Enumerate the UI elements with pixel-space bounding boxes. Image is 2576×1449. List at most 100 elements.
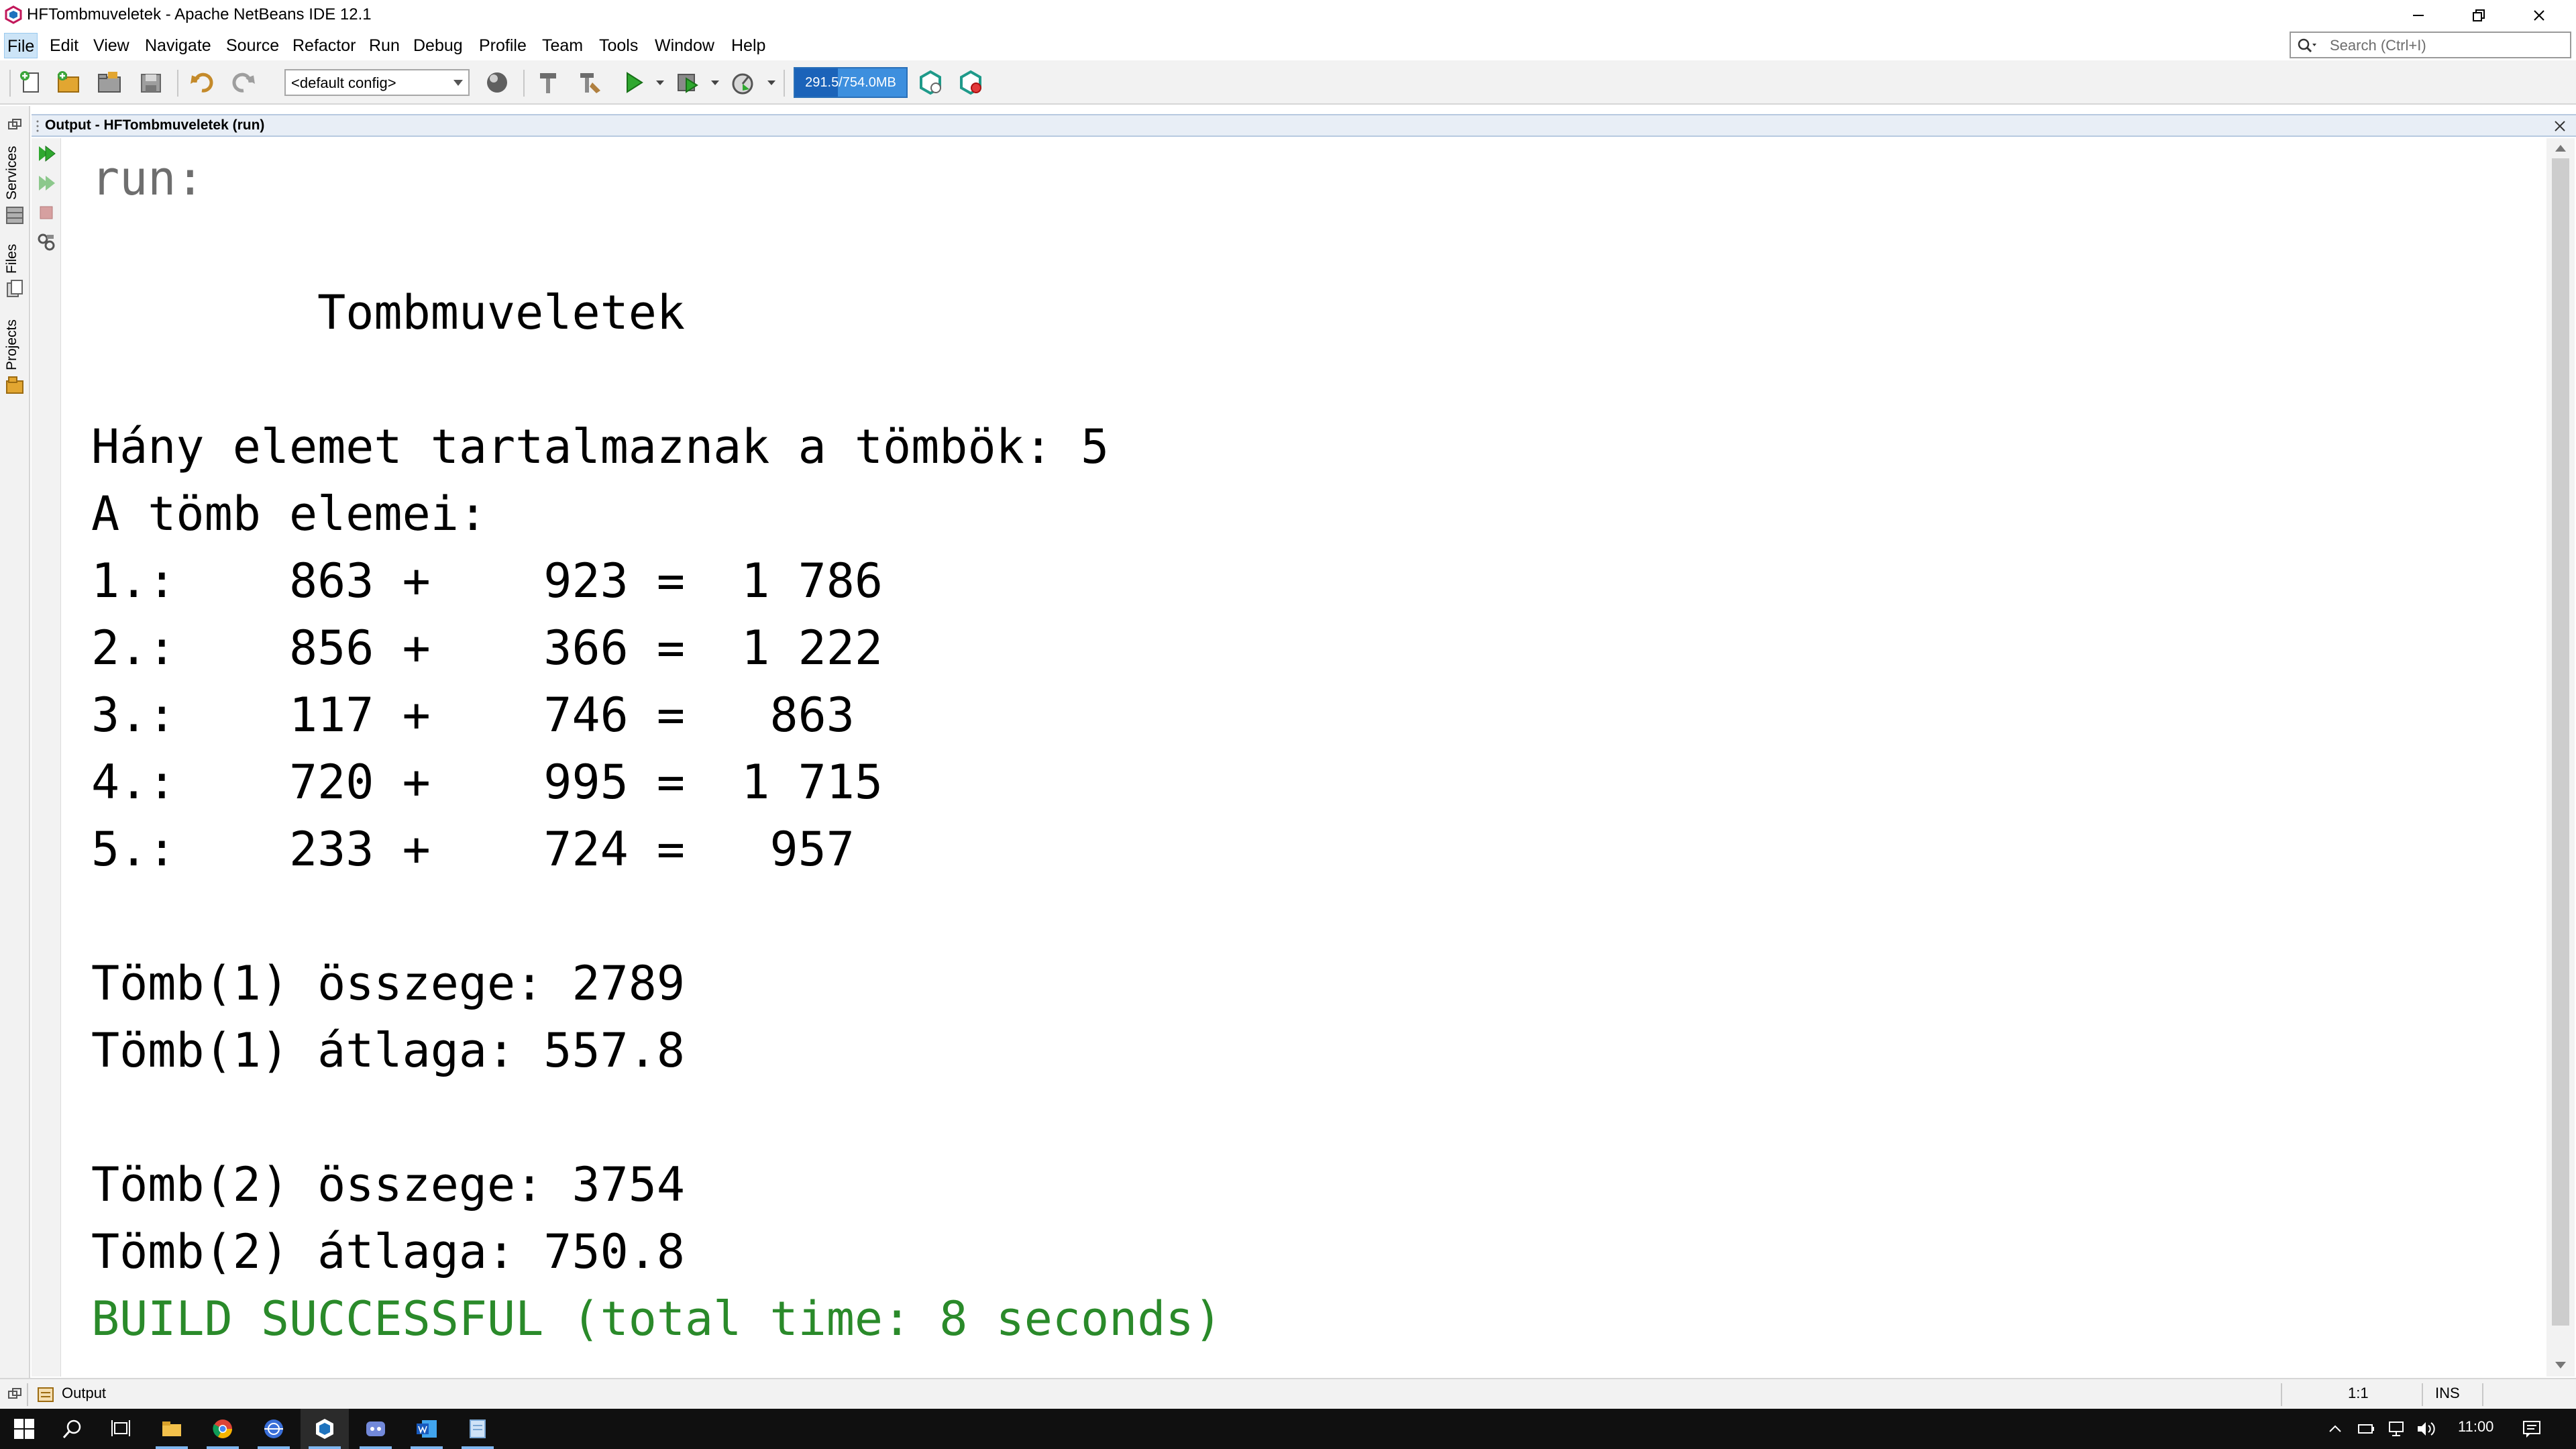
menu-window[interactable]: Window (652, 33, 717, 58)
running-indicator (462, 1446, 494, 1449)
menu-team[interactable]: Team (539, 33, 586, 58)
stop-button[interactable] (36, 203, 56, 223)
taskbar-file-explorer[interactable] (148, 1409, 196, 1449)
configuration-value: <default config> (291, 74, 396, 91)
sidebar-tab-services[interactable]: Services (1, 145, 28, 225)
menu-source[interactable]: Source (223, 33, 282, 58)
chrome-icon (213, 1419, 232, 1438)
restore-icon (2473, 9, 2485, 21)
menu-help[interactable]: Help (729, 33, 768, 58)
battery-icon[interactable] (2356, 1419, 2376, 1438)
toolbar-separator (177, 70, 178, 97)
menu-profile[interactable]: Profile (476, 33, 529, 58)
run-dropdown-icon[interactable] (656, 80, 664, 85)
configuration-select[interactable]: <default config> (284, 69, 470, 96)
profile-ide-button[interactable] (954, 67, 987, 98)
menu-refactor[interactable]: Refactor (290, 33, 358, 58)
menu-tools[interactable]: Tools (596, 33, 641, 58)
windows-taskbar: 11:00 (0, 1409, 2576, 1449)
close-panel-icon[interactable] (2551, 117, 2569, 135)
output-vertical-scrollbar[interactable] (2546, 138, 2575, 1377)
debug-project-button[interactable] (671, 67, 704, 98)
netbeans-icon (316, 1419, 333, 1439)
running-indicator (156, 1446, 188, 1449)
memory-usage-indicator[interactable]: 291.5/754.0MB (794, 67, 908, 98)
menu-debug[interactable]: Debug (411, 33, 466, 58)
set-project-config-button[interactable] (480, 67, 514, 98)
browser-icon (264, 1419, 283, 1438)
taskbar-netbeans[interactable] (301, 1409, 349, 1449)
console-line: 3.: 117 + 746 = 863 (91, 688, 855, 743)
gc-button[interactable] (914, 67, 947, 98)
stop-icon (40, 206, 53, 219)
start-button[interactable] (0, 1409, 48, 1449)
save-all-icon (141, 74, 161, 93)
run-project-button[interactable] (617, 67, 651, 98)
scrollbar-thumb[interactable] (2552, 158, 2569, 1326)
window-title: HFTombmuveletek - Apache NetBeans IDE 12… (27, 5, 372, 23)
redo-button[interactable] (227, 67, 260, 98)
volume-icon[interactable] (2415, 1419, 2438, 1438)
open-project-button[interactable] (93, 67, 126, 98)
restore-group-icon[interactable] (7, 1387, 23, 1401)
new-file-button[interactable] (13, 67, 47, 98)
scroll-down-icon[interactable] (2555, 1362, 2566, 1368)
profile-dropdown-icon[interactable] (767, 80, 775, 85)
taskbar-notepad[interactable] (453, 1409, 502, 1449)
save-all-button[interactable] (134, 67, 168, 98)
output-console[interactable]: run: Tombmuveletek Hány elemet tartalmaz… (62, 138, 2544, 1377)
hammer-icon (540, 73, 556, 93)
sidebar-tab-projects[interactable]: Projects (1, 313, 28, 394)
toolbar-separator (523, 70, 525, 97)
notifications-icon[interactable] (2521, 1418, 2542, 1440)
console-line: Tömb(1) összege: 2789 (91, 956, 686, 1011)
sidebar-tab-files[interactable]: Files (1, 239, 28, 306)
taskbar-word[interactable] (402, 1409, 451, 1449)
settings-icon (38, 233, 55, 251)
chevron-down-icon (453, 80, 463, 86)
rerun-with-params-button[interactable] (36, 173, 56, 193)
chevron-up-icon[interactable] (2328, 1422, 2343, 1436)
status-separator (2422, 1383, 2423, 1406)
sidebar-tab-files-label: Files (4, 244, 19, 274)
debug-dropdown-icon[interactable] (711, 80, 719, 85)
console-line: run: (91, 151, 205, 206)
new-project-button[interactable] (51, 67, 85, 98)
menu-file[interactable]: File (4, 33, 38, 58)
console-line: Tömb(2) átlaga: 750.8 (91, 1224, 686, 1279)
console-line: Tömb(2) összege: 3754 (91, 1157, 686, 1212)
clean-build-button[interactable] (573, 67, 606, 98)
taskbar-chrome[interactable] (199, 1409, 247, 1449)
output-settings-button[interactable] (36, 232, 56, 252)
status-separator (2281, 1383, 2282, 1406)
menu-run[interactable]: Run (366, 33, 402, 58)
menu-view[interactable]: View (91, 33, 132, 58)
minimize-window-group-icon[interactable] (7, 118, 23, 131)
task-view-button[interactable] (97, 1409, 145, 1449)
network-icon[interactable] (2385, 1419, 2406, 1438)
taskbar-discord[interactable] (352, 1409, 400, 1449)
folder-icon (162, 1421, 181, 1436)
running-indicator (207, 1446, 239, 1449)
build-project-button[interactable] (531, 67, 565, 98)
clock[interactable]: 11:00 (2458, 1418, 2493, 1436)
running-indicator (360, 1446, 392, 1449)
minimize-icon (2413, 14, 2424, 16)
menu-edit[interactable]: Edit (47, 33, 81, 58)
scroll-up-icon[interactable] (2555, 145, 2566, 152)
console-line: 1.: 863 + 923 = 1 786 (91, 553, 883, 608)
output-panel-title[interactable]: Output - HFTombmuveletek (run) (45, 117, 264, 133)
status-bar: Output 1:1 INS (0, 1378, 2576, 1409)
search-input[interactable]: Search (Ctrl+I) (2290, 32, 2571, 58)
minimized-output-tab[interactable]: Output (62, 1385, 106, 1402)
menu-navigate[interactable]: Navigate (142, 33, 214, 58)
profile-project-button[interactable] (726, 67, 759, 98)
close-button[interactable] (2502, 0, 2576, 30)
console-line: Hány elemet tartalmaznak a tömbök: 5 (91, 419, 1110, 474)
undo-button[interactable] (185, 67, 219, 98)
taskbar-browser[interactable] (250, 1409, 298, 1449)
taskbar-search-button[interactable] (48, 1409, 97, 1449)
status-separator (27, 1383, 28, 1406)
running-indicator (309, 1446, 341, 1449)
rerun-button[interactable] (36, 144, 56, 164)
